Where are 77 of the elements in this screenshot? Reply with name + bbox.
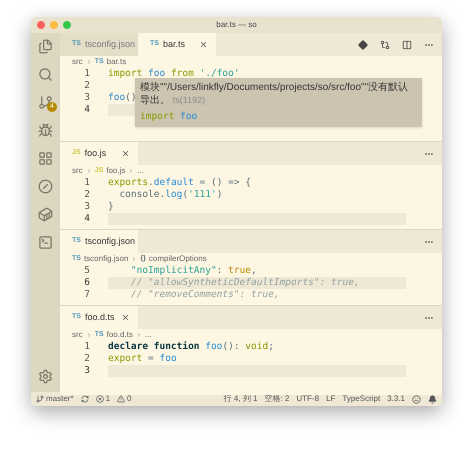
chevron-icon <box>86 59 92 65</box>
container-icon[interactable] <box>38 207 53 222</box>
chevron-icon <box>136 332 142 338</box>
extensions-icon[interactable] <box>38 151 53 166</box>
tab-label: tsconfig.json <box>84 234 135 248</box>
code-line: import foo from './foo' <box>108 68 240 80</box>
compare-icon[interactable] <box>380 40 390 50</box>
breadcrumb-item[interactable]: foo.d.ts <box>106 329 133 341</box>
breadcrumb-item[interactable]: src <box>72 165 83 177</box>
chevron-icon <box>131 256 138 262</box>
tab-label: foo.js <box>84 146 106 160</box>
branch-name[interactable]: master* <box>46 393 74 405</box>
search-icon[interactable] <box>38 67 53 82</box>
code-line: declare function foo(): void; <box>108 341 274 353</box>
tab-label: foo.d.ts <box>84 310 114 324</box>
bell-icon[interactable] <box>428 394 437 404</box>
chevron-icon <box>86 168 92 174</box>
sync-icon[interactable] <box>80 395 89 403</box>
code-line: // "removeComments": true, <box>130 289 280 301</box>
code-line: console.log('111') <box>118 189 222 201</box>
settings-icon[interactable] <box>38 369 53 384</box>
line-number: 2 <box>83 353 91 365</box>
breadcrumb-item[interactable]: tsconfig.json <box>84 253 128 265</box>
line-number: 1 <box>83 341 91 353</box>
close-icon[interactable] <box>121 149 130 158</box>
breadcrumb-item[interactable]: src <box>72 329 83 341</box>
line-number: 4 <box>83 104 91 116</box>
breadcrumb-item[interactable]: compilerOptions <box>148 253 207 265</box>
line-number: 2 <box>83 80 91 92</box>
files-icon[interactable] <box>38 39 53 54</box>
status-item[interactable]: TypeScript <box>342 393 380 405</box>
breadcrumb-item[interactable]: bar.ts <box>106 56 126 68</box>
error-message: 模块""/Users/linkfly/Documents/projects/so/src/foo""没有默认导出。 ts(1192) <box>140 81 410 107</box>
status-item[interactable]: 空格: 2 <box>264 393 290 405</box>
code-line: export = foo <box>108 353 177 365</box>
status-item[interactable]: LF <box>326 393 336 405</box>
close-icon[interactable] <box>121 313 130 322</box>
status-item[interactable]: 3.3.1 <box>387 393 405 405</box>
code-line: exports.default = () => { <box>108 177 252 189</box>
code-line: "noImplicitAny": true, <box>130 265 257 277</box>
status-item[interactable]: 行 4, 列 1 <box>224 393 258 405</box>
code-line: } <box>108 201 114 213</box>
warning-count[interactable]: 0 <box>127 393 132 405</box>
branch-icon[interactable] <box>36 395 44 403</box>
diamond-icon[interactable] <box>358 40 368 50</box>
line-number: 2 <box>83 189 91 201</box>
code-snippet: import foo <box>140 110 198 124</box>
line-number: 5 <box>83 265 91 277</box>
error-count[interactable]: 1 <box>106 393 110 405</box>
smiley-icon[interactable] <box>412 394 421 404</box>
close-icon[interactable] <box>199 40 208 49</box>
error-icon[interactable] <box>96 395 104 403</box>
line-number: 3 <box>83 201 91 213</box>
warning-icon[interactable] <box>117 395 126 403</box>
line-number: 1 <box>83 68 91 80</box>
breadcrumb-item[interactable]: src <box>72 56 83 68</box>
line-number: 7 <box>83 289 91 301</box>
terminal-icon[interactable] <box>38 235 53 250</box>
breadcrumb-item[interactable]: ... <box>137 165 144 177</box>
line-number: 3 <box>83 92 91 104</box>
tab-label: bar.ts <box>162 38 185 51</box>
circle-icon[interactable] <box>38 179 53 194</box>
bug-icon[interactable] <box>38 123 53 138</box>
breadcrumb-item[interactable]: foo.js <box>106 165 126 177</box>
line-number: 3 <box>83 365 91 377</box>
window-title: bar.ts — so <box>216 19 257 31</box>
split-editor-icon[interactable] <box>402 40 412 50</box>
chevron-icon <box>86 332 92 338</box>
line-number: 6 <box>83 277 91 289</box>
breadcrumb-item[interactable]: ... <box>144 329 152 341</box>
branch-icon[interactable] <box>38 95 53 110</box>
tab-label: tsconfig.json <box>84 38 135 51</box>
chevron-icon <box>128 168 134 174</box>
line-number: 1 <box>83 177 91 189</box>
status-item[interactable]: UTF-8 <box>296 393 320 405</box>
line-number: 4 <box>83 213 91 225</box>
code-line: foo() <box>108 92 137 104</box>
